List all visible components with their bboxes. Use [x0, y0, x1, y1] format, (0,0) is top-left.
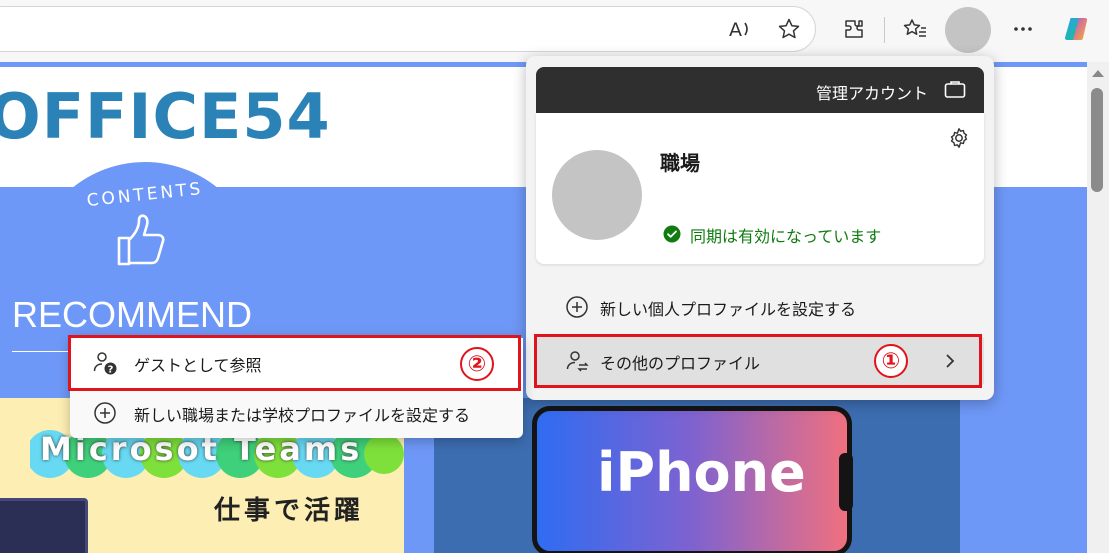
new-personal-profile-item[interactable]: 新しい個人プロファイルを設定する [536, 282, 984, 332]
read-aloud-icon[interactable]: A [726, 14, 756, 44]
profile-avatar-icon[interactable] [945, 7, 991, 53]
toolbar-separator [884, 17, 885, 43]
profile-name: 職場 [660, 151, 700, 175]
favorites-list-icon[interactable] [900, 14, 930, 44]
site-title[interactable]: OFFICE54 [0, 80, 331, 153]
more-icon[interactable] [1008, 14, 1038, 44]
add-circle-icon [564, 294, 590, 320]
copilot-icon[interactable] [1062, 14, 1092, 44]
highlight-box-2 [68, 335, 521, 391]
page-scrollbar[interactable] [1087, 62, 1109, 553]
highlight-box-1 [534, 334, 982, 388]
extensions-icon[interactable] [839, 14, 869, 44]
address-bar[interactable] [0, 6, 816, 52]
managed-account-bar: 管理アカウント [536, 67, 984, 113]
teams-card-subtitle: 仕事で活躍 [214, 496, 365, 526]
phone-notch [839, 453, 853, 511]
add-circle-icon [92, 400, 118, 426]
managed-account-label: 管理アカウント [815, 84, 928, 103]
favorite-star-icon[interactable] [774, 14, 804, 44]
browser-toolbar: A [0, 0, 1109, 62]
profile-card: 職場 同期は有効になっています [536, 113, 984, 264]
gear-icon[interactable] [948, 127, 970, 153]
scroll-up-arrow-icon[interactable] [1092, 70, 1104, 77]
briefcase-icon [944, 79, 966, 103]
scroll-thumb[interactable] [1091, 88, 1103, 192]
thumbs-up-icon [113, 212, 169, 274]
recommend-heading: RECOMMEND [12, 294, 252, 335]
new-work-profile-label: 新しい職場または学校プロファイルを設定する [134, 406, 471, 425]
new-personal-profile-label: 新しい個人プロファイルを設定する [600, 300, 857, 319]
sync-status-text: 同期は有効になっています [690, 227, 882, 246]
sync-check-icon [663, 225, 681, 247]
svg-text:A: A [729, 19, 742, 41]
profile-avatar [552, 150, 642, 240]
laptop-illustration [0, 498, 88, 553]
new-work-profile-item[interactable]: 新しい職場または学校プロファイルを設定する [70, 388, 523, 438]
iphone-card-title: iPhone [597, 441, 806, 504]
phone-illustration: iPhone [532, 406, 853, 553]
